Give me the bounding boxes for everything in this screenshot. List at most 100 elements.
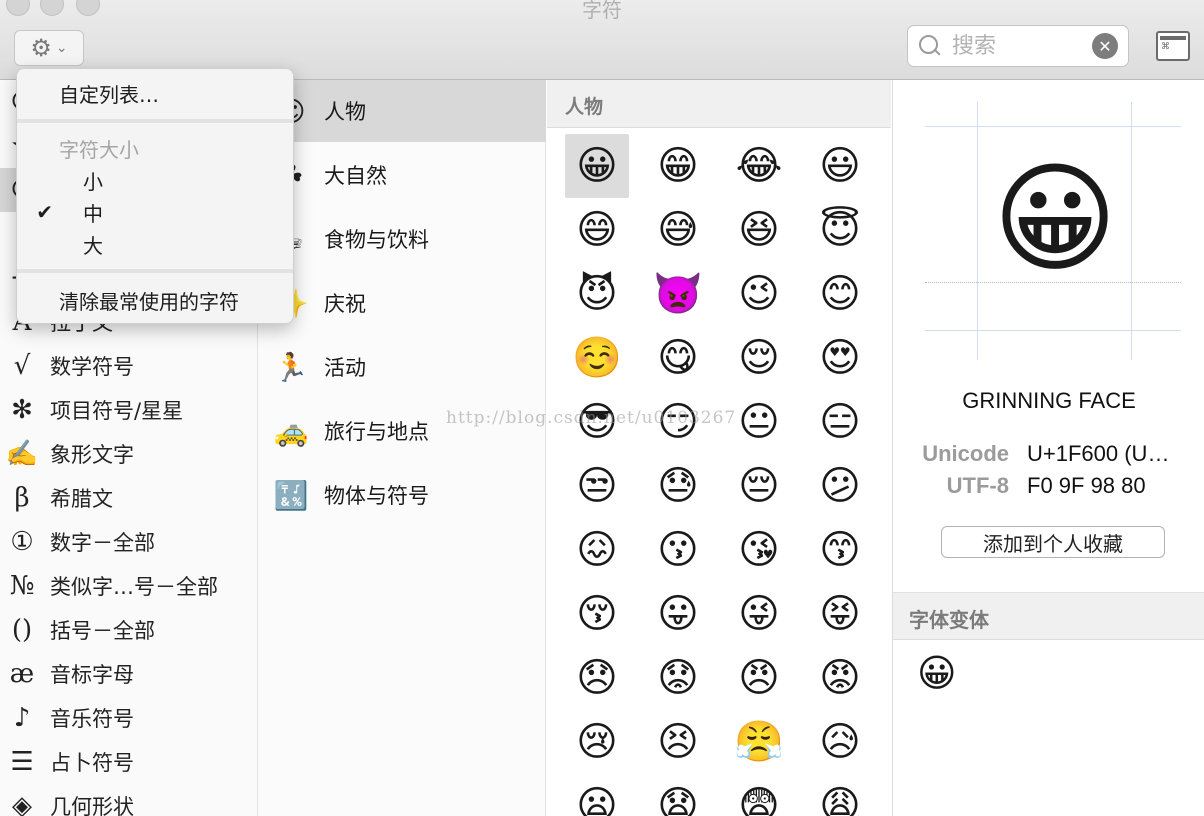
- sidebar-item[interactable]: ✻ 项目符号/星星: [0, 388, 258, 432]
- action-menu-button[interactable]: ⚙ ⌄: [14, 30, 84, 66]
- keyboard-viewer-button[interactable]: ⌘: [1156, 31, 1190, 61]
- utf8-value: F0 9F 98 80: [1027, 473, 1146, 498]
- emoji-cell[interactable]: 😑: [808, 390, 872, 454]
- emoji-cell[interactable]: 😍: [808, 326, 872, 390]
- emoji-cell[interactable]: 😒: [565, 454, 629, 518]
- sidebar-item[interactable]: ① 数字－全部: [0, 520, 258, 564]
- emoji-cell[interactable]: 😐: [727, 390, 791, 454]
- search-icon: [918, 34, 942, 58]
- category-label: 旅行与地点: [324, 420, 429, 444]
- category-item[interactable]: ✨庆祝: [258, 272, 546, 334]
- size-small-item[interactable]: 小: [17, 164, 293, 196]
- font-variant[interactable]: 😀: [917, 654, 957, 692]
- emoji-cell[interactable]: 😃: [808, 134, 872, 198]
- emoji-cell[interactable]: 😥: [808, 710, 872, 774]
- sidebar-item[interactable]: ◈ 几何形状: [0, 784, 258, 816]
- unicode-row: Unicode U+1F600 (U…: [893, 438, 1204, 470]
- emoji-cell[interactable]: 😞: [565, 646, 629, 710]
- emoji-cell[interactable]: 😄: [565, 198, 629, 262]
- emoji-cell[interactable]: 😩: [808, 774, 872, 816]
- size-medium-item[interactable]: ✔ 中: [17, 196, 293, 228]
- size-large-item[interactable]: 大: [17, 228, 293, 260]
- font-variants-header: 字体变体: [893, 592, 1204, 640]
- emoji-cell[interactable]: 😟: [646, 646, 710, 710]
- emoji-cell[interactable]: 👿: [646, 262, 710, 326]
- emoji-cell[interactable]: 😋: [646, 326, 710, 390]
- character-grid: 😀 😁 😂 😃 😄 😅 😆 😇 😈 👿 😉 😊 ☺️ 😋 😌 😍 😎 😏 😐 😑 😒 😓 😔 😕 😖 😗 😘 😙 😚 😛 😜 😝 😞 😟 😠 😡 😢 😣 😤…: [565, 134, 872, 816]
- search-field[interactable]: ✕: [907, 25, 1129, 67]
- emoji-cell[interactable]: 😝: [808, 582, 872, 646]
- sidebar-item-label: 希腊文: [50, 487, 113, 511]
- sidebar-item[interactable]: ♪ 音乐符号: [0, 696, 258, 740]
- emoji-cell[interactable]: 😗: [646, 518, 710, 582]
- emoji-cell[interactable]: 😙: [808, 518, 872, 582]
- sidebar-item[interactable]: ✍ 象形文字: [0, 432, 258, 476]
- gear-icon: ⚙: [30, 34, 52, 62]
- emoji-cell[interactable]: 😡: [808, 646, 872, 710]
- category-item[interactable]: ☘大自然: [258, 144, 546, 206]
- emoji-cell[interactable]: 😘: [727, 518, 791, 582]
- bullet-icon: ✻: [11, 395, 33, 425]
- phonetic-icon: æ: [9, 659, 35, 689]
- math-icon: √: [13, 351, 31, 381]
- category-item[interactable]: ☕食物与饮料: [258, 208, 546, 270]
- category-item[interactable]: 🔣 物体与符号: [258, 464, 546, 526]
- emoji-cell[interactable]: 😖: [565, 518, 629, 582]
- emoji-cell[interactable]: 😕: [808, 454, 872, 518]
- sidebar-item[interactable]: β 希腊文: [0, 476, 258, 520]
- emoji-cell[interactable]: 😌: [727, 326, 791, 390]
- category-label: 人物: [324, 100, 366, 124]
- emoji-cell[interactable]: 😤: [727, 710, 791, 774]
- sidebar-item[interactable]: ☰ 占卜符号: [0, 740, 258, 784]
- category-item[interactable]: 🚕 旅行与地点: [258, 400, 546, 462]
- search-input[interactable]: [952, 33, 1092, 59]
- category-item[interactable]: ☺人物: [258, 80, 546, 142]
- emoji-cell[interactable]: 😂: [727, 134, 791, 198]
- emoji-cell[interactable]: 😚: [565, 582, 629, 646]
- sidebar-item-label: 音乐符号: [50, 707, 134, 731]
- travel-icon: 🚕: [273, 414, 309, 448]
- emoji-cell[interactable]: 😓: [646, 454, 710, 518]
- clear-recent-label: 清除最常使用的字符: [59, 289, 239, 314]
- emoji-cell[interactable]: 😎: [565, 390, 629, 454]
- sidebar-item-label: 括号－全部: [50, 619, 155, 643]
- clear-search-icon[interactable]: ✕: [1092, 33, 1118, 59]
- sidebar-item[interactable]: √ 数学符号: [0, 344, 258, 388]
- sidebar-item[interactable]: æ 音标字母: [0, 652, 258, 696]
- category-label: 大自然: [324, 164, 387, 188]
- divination-icon: ☰: [10, 747, 34, 777]
- emoji-cell[interactable]: 😈: [565, 262, 629, 326]
- emoji-cell[interactable]: 😆: [727, 198, 791, 262]
- menu-separator: [17, 119, 293, 123]
- emoji-cell[interactable]: 😠: [727, 646, 791, 710]
- emoji-cell[interactable]: 😦: [565, 774, 629, 816]
- clear-recent-item[interactable]: 清除最常使用的字符: [17, 284, 293, 316]
- sidebar-item[interactable]: () 括号－全部: [0, 608, 258, 652]
- emoji-cell[interactable]: 😇: [808, 198, 872, 262]
- emoji-cell[interactable]: 😛: [646, 582, 710, 646]
- emoji-cell[interactable]: 😏: [646, 390, 710, 454]
- add-to-favorites-button[interactable]: 添加到个人收藏: [941, 526, 1165, 558]
- grid-section-header: 人物: [547, 80, 891, 128]
- emoji-cell[interactable]: 😉: [727, 262, 791, 326]
- sidebar-item-label: 数学符号: [50, 355, 134, 379]
- customize-list-item[interactable]: 自定列表…: [17, 77, 293, 109]
- sidebar-item[interactable]: № 类似字…号－全部: [0, 564, 258, 608]
- emoji-cell[interactable]: 😧: [646, 774, 710, 816]
- emoji-cell[interactable]: 😅: [646, 198, 710, 262]
- emoji-cell[interactable]: 😔: [727, 454, 791, 518]
- emoji-cell[interactable]: 😊: [808, 262, 872, 326]
- sidebar-item-label: 项目符号/星星: [50, 399, 184, 423]
- emoji-cell[interactable]: 😁: [646, 134, 710, 198]
- emoji-cell[interactable]: 😣: [646, 710, 710, 774]
- font-size-header-label: 字符大小: [59, 137, 139, 162]
- emoji-cell[interactable]: 😨: [727, 774, 791, 816]
- category-label: 物体与符号: [324, 484, 429, 508]
- emoji-cell[interactable]: 😀: [565, 134, 629, 198]
- emoji-cell[interactable]: ☺️: [565, 326, 629, 390]
- unicode-value: U+1F600 (U…: [1027, 441, 1170, 466]
- category-item[interactable]: 🏃 活动: [258, 336, 546, 398]
- emoji-cell[interactable]: 😜: [727, 582, 791, 646]
- guide-line: [977, 102, 978, 360]
- emoji-cell[interactable]: 😢: [565, 710, 629, 774]
